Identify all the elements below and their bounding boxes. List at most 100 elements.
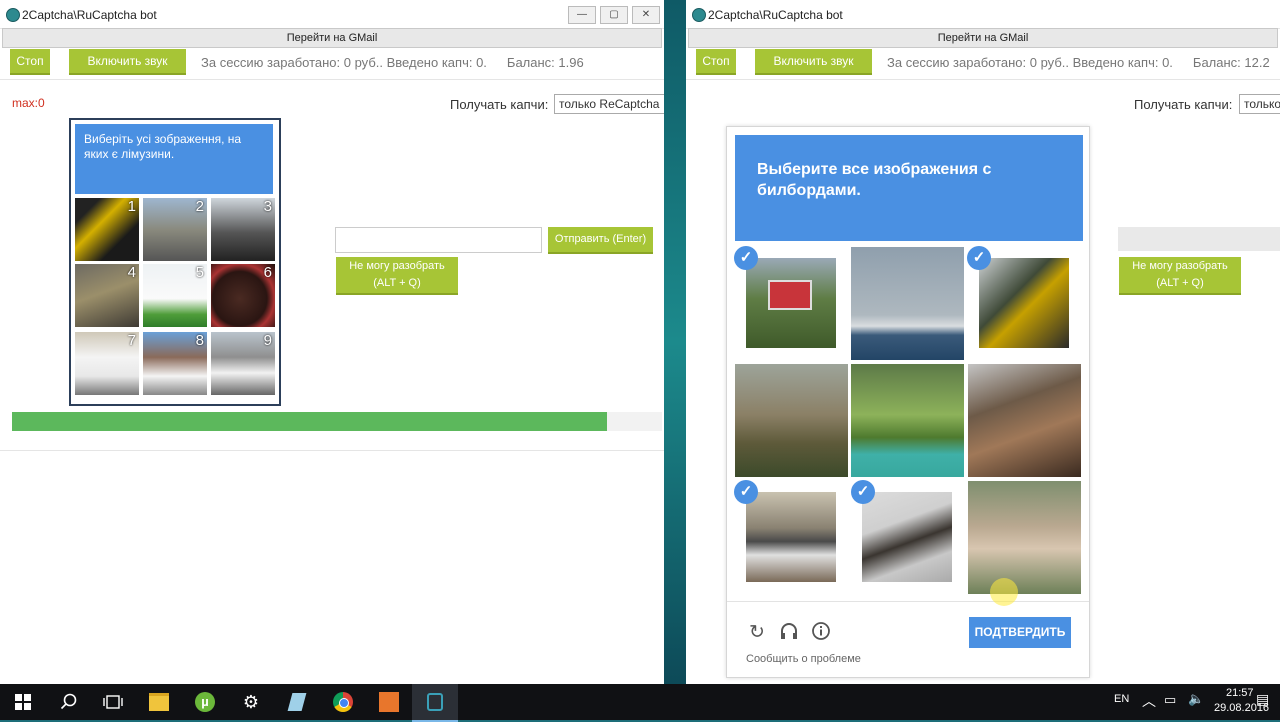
divider <box>686 79 1280 80</box>
tile-image <box>746 492 836 582</box>
minimize-button[interactable]: — <box>568 6 596 24</box>
captcha-image: Виберіть усі зображення, на яких є лімуз… <box>69 118 281 406</box>
recaptcha-tile[interactable] <box>968 481 1081 594</box>
captcha-tile[interactable]: 8 <box>143 332 207 395</box>
bot-window-left: 2Captcha\RuCaptcha bot — ▢ ✕ Перейти на … <box>0 0 664 684</box>
answer-input[interactable] <box>1118 227 1280 251</box>
cant-solve-button[interactable]: Не могу разобрать (ALT + Q) <box>336 257 458 295</box>
app-logo-icon <box>692 8 706 22</box>
tile-number: 1 <box>127 198 136 215</box>
stop-button[interactable]: Стоп <box>696 49 736 75</box>
recaptcha-tile[interactable] <box>851 364 964 477</box>
captcha-tile[interactable]: 5 <box>143 264 207 327</box>
window-title: 2Captcha\RuCaptcha bot <box>22 8 157 22</box>
balance: Баланс: 1.96 <box>506 54 584 70</box>
taskbar: µ ⚙ EN ︿ ▭ 🔈 21:57 29.08.2016 ▤ <box>0 684 1280 722</box>
tile-number: 9 <box>263 332 272 349</box>
toolbar: Стоп Включить звук За сессию заработано:… <box>696 49 1270 75</box>
verify-button[interactable]: ПОДТВЕРДИТЬ <box>969 617 1071 648</box>
progress-fill <box>12 412 607 431</box>
recaptcha-header: Выберите все изображения с билбордами. <box>735 135 1083 241</box>
progress-bar <box>12 412 662 431</box>
toolbar: Стоп Включить звук За сессию заработано:… <box>10 49 584 75</box>
tile-image <box>851 364 964 477</box>
receive-select[interactable]: только <box>1239 94 1280 114</box>
receive-select[interactable]: только ReCaptcha <box>554 94 664 114</box>
file-explorer-icon[interactable] <box>136 684 182 720</box>
desktop: 2Captcha\RuCaptcha bot — ▢ ✕ Перейти на … <box>0 0 1280 722</box>
cant-solve-button[interactable]: Не могу разобрать (ALT + Q) <box>1119 257 1241 295</box>
recaptcha-tile[interactable] <box>735 364 848 477</box>
window-title: 2Captcha\RuCaptcha bot <box>708 8 843 22</box>
captcha-tile[interactable]: 4 <box>75 264 139 327</box>
chrome-icon[interactable] <box>320 684 366 720</box>
titlebar[interactable]: 2Captcha\RuCaptcha bot — ▢ ✕ <box>0 0 664 29</box>
enable-sound-button[interactable]: Включить звук <box>69 49 186 75</box>
check-icon: ✓ <box>851 480 875 504</box>
tile-number: 7 <box>127 332 136 349</box>
recaptcha-tile[interactable] <box>968 364 1081 477</box>
utorrent-icon[interactable]: µ <box>182 684 228 720</box>
tile-number: 2 <box>195 198 204 215</box>
clock-time[interactable]: 21:57 <box>1226 687 1254 699</box>
recaptcha-instruction: Выберите все изображения с билбордами. <box>757 161 992 199</box>
captcha-tile[interactable]: 2 <box>143 198 207 261</box>
answer-input[interactable] <box>335 227 542 253</box>
tile-image <box>746 258 836 348</box>
captcha-tile[interactable]: 1 <box>75 198 139 261</box>
tile-image <box>862 492 952 582</box>
windows-start-icon[interactable] <box>0 684 46 720</box>
tile-number: 5 <box>195 264 204 281</box>
maximize-button[interactable]: ▢ <box>600 6 628 24</box>
close-button[interactable]: ✕ <box>632 6 660 24</box>
tile-image <box>968 481 1081 594</box>
tile-number: 8 <box>195 332 204 349</box>
captcha-tile[interactable]: 7 <box>75 332 139 395</box>
recaptcha-tile[interactable] <box>851 247 964 360</box>
notepad-icon[interactable] <box>274 684 320 720</box>
input-language[interactable]: EN <box>1114 693 1129 705</box>
gmail-link-button[interactable]: Перейти на GMail <box>688 28 1278 48</box>
divider <box>0 79 664 80</box>
headphones-icon[interactable] <box>778 621 800 647</box>
tile-image <box>735 364 848 477</box>
battery-icon[interactable]: ▭ <box>1164 692 1176 708</box>
settings-icon[interactable]: ⚙ <box>228 684 274 720</box>
receive-label: Получать капчи: <box>450 97 549 112</box>
window-controls: — ▢ ✕ <box>568 6 660 24</box>
chevron-up-icon[interactable]: ︿ <box>1142 691 1156 711</box>
speaker-icon[interactable]: 🔈 <box>1188 691 1204 707</box>
report-problem-link[interactable]: Сообщить о проблеме <box>746 653 861 665</box>
task-view-icon[interactable] <box>90 684 136 720</box>
app-icon[interactable] <box>366 684 412 720</box>
session-stats: За сессию заработано: 0 руб.. Введено ка… <box>887 54 1173 70</box>
tile-number: 6 <box>263 264 272 281</box>
captcha-tile[interactable]: 6 <box>211 264 275 327</box>
check-icon: ✓ <box>967 246 991 270</box>
check-icon: ✓ <box>734 246 758 270</box>
mouse-cursor <box>990 578 1018 606</box>
balance: Баланс: 12.2 <box>1192 54 1270 70</box>
desktop-wallpaper <box>664 0 688 684</box>
divider <box>0 450 664 451</box>
app-logo-icon <box>6 8 20 22</box>
info-icon[interactable] <box>810 621 832 647</box>
reload-icon[interactable]: ↻ <box>746 621 768 644</box>
send-button[interactable]: Отправить (Enter) <box>548 227 653 254</box>
captcha-tile[interactable]: 3 <box>211 198 275 261</box>
tile-image <box>979 258 1069 348</box>
notifications-icon[interactable]: ▤ <box>1256 691 1269 708</box>
tile-number: 4 <box>127 264 136 281</box>
captcha-tile[interactable]: 9 <box>211 332 275 395</box>
stop-button[interactable]: Стоп <box>10 49 50 75</box>
gmail-link-button[interactable]: Перейти на GMail <box>2 28 662 48</box>
search-icon[interactable] <box>46 684 92 720</box>
tile-image <box>851 247 964 360</box>
captcha-instruction: Виберіть усі зображення, на яких є лімуз… <box>75 124 273 194</box>
tile-number: 3 <box>263 198 272 215</box>
enable-sound-button[interactable]: Включить звук <box>755 49 872 75</box>
unlock-icon[interactable] <box>412 684 458 722</box>
receive-label: Получать капчи: <box>1134 97 1233 112</box>
recaptcha-widget: Выберите все изображения с билбордами. ✓… <box>726 126 1090 678</box>
titlebar[interactable]: 2Captcha\RuCaptcha bot <box>686 0 1280 29</box>
